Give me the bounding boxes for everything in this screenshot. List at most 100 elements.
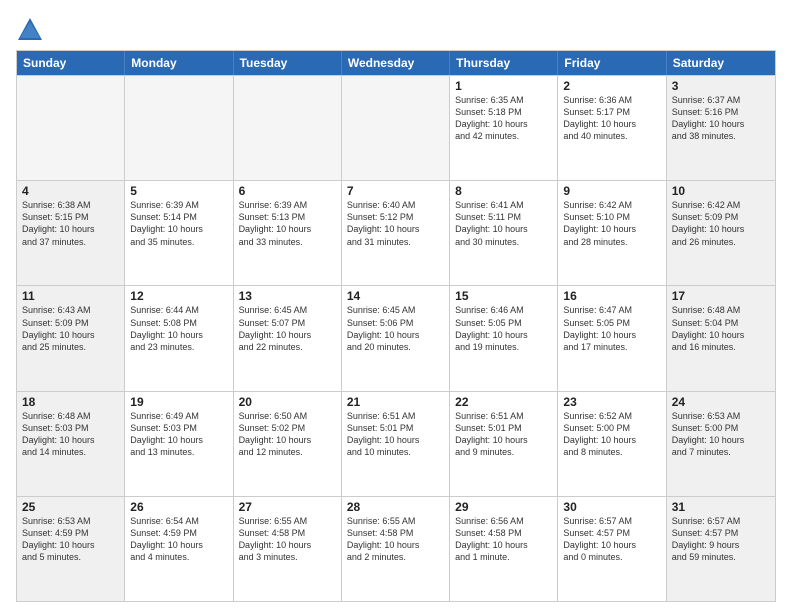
day-number: 20 xyxy=(239,395,336,409)
day-info: Sunrise: 6:46 AM Sunset: 5:05 PM Dayligh… xyxy=(455,304,552,353)
page: SundayMondayTuesdayWednesdayThursdayFrid… xyxy=(0,0,792,612)
day-info: Sunrise: 6:50 AM Sunset: 5:02 PM Dayligh… xyxy=(239,410,336,459)
day-info: Sunrise: 6:41 AM Sunset: 5:11 PM Dayligh… xyxy=(455,199,552,248)
logo-icon xyxy=(16,16,44,44)
day-cell-2: 2Sunrise: 6:36 AM Sunset: 5:17 PM Daylig… xyxy=(558,76,666,180)
day-number: 21 xyxy=(347,395,444,409)
day-cell-15: 15Sunrise: 6:46 AM Sunset: 5:05 PM Dayli… xyxy=(450,286,558,390)
day-info: Sunrise: 6:53 AM Sunset: 4:59 PM Dayligh… xyxy=(22,515,119,564)
day-info: Sunrise: 6:39 AM Sunset: 5:14 PM Dayligh… xyxy=(130,199,227,248)
day-cell-31: 31Sunrise: 6:57 AM Sunset: 4:57 PM Dayli… xyxy=(667,497,775,601)
day-info: Sunrise: 6:35 AM Sunset: 5:18 PM Dayligh… xyxy=(455,94,552,143)
day-info: Sunrise: 6:51 AM Sunset: 5:01 PM Dayligh… xyxy=(347,410,444,459)
day-cell-20: 20Sunrise: 6:50 AM Sunset: 5:02 PM Dayli… xyxy=(234,392,342,496)
calendar: SundayMondayTuesdayWednesdayThursdayFrid… xyxy=(16,50,776,602)
day-cell-9: 9Sunrise: 6:42 AM Sunset: 5:10 PM Daylig… xyxy=(558,181,666,285)
day-cell-3: 3Sunrise: 6:37 AM Sunset: 5:16 PM Daylig… xyxy=(667,76,775,180)
day-number: 12 xyxy=(130,289,227,303)
calendar-header-row: SundayMondayTuesdayWednesdayThursdayFrid… xyxy=(17,51,775,75)
header-cell-sunday: Sunday xyxy=(17,51,125,75)
day-cell-5: 5Sunrise: 6:39 AM Sunset: 5:14 PM Daylig… xyxy=(125,181,233,285)
day-info: Sunrise: 6:53 AM Sunset: 5:00 PM Dayligh… xyxy=(672,410,770,459)
day-number: 14 xyxy=(347,289,444,303)
day-info: Sunrise: 6:42 AM Sunset: 5:10 PM Dayligh… xyxy=(563,199,660,248)
empty-cell xyxy=(342,76,450,180)
day-number: 7 xyxy=(347,184,444,198)
day-info: Sunrise: 6:57 AM Sunset: 4:57 PM Dayligh… xyxy=(563,515,660,564)
day-cell-17: 17Sunrise: 6:48 AM Sunset: 5:04 PM Dayli… xyxy=(667,286,775,390)
day-info: Sunrise: 6:37 AM Sunset: 5:16 PM Dayligh… xyxy=(672,94,770,143)
calendar-body: 1Sunrise: 6:35 AM Sunset: 5:18 PM Daylig… xyxy=(17,75,775,601)
day-info: Sunrise: 6:45 AM Sunset: 5:07 PM Dayligh… xyxy=(239,304,336,353)
day-number: 23 xyxy=(563,395,660,409)
header-cell-thursday: Thursday xyxy=(450,51,558,75)
day-number: 28 xyxy=(347,500,444,514)
day-number: 26 xyxy=(130,500,227,514)
header-cell-wednesday: Wednesday xyxy=(342,51,450,75)
day-number: 15 xyxy=(455,289,552,303)
header-cell-monday: Monday xyxy=(125,51,233,75)
day-number: 25 xyxy=(22,500,119,514)
day-number: 19 xyxy=(130,395,227,409)
day-info: Sunrise: 6:52 AM Sunset: 5:00 PM Dayligh… xyxy=(563,410,660,459)
day-info: Sunrise: 6:54 AM Sunset: 4:59 PM Dayligh… xyxy=(130,515,227,564)
empty-cell xyxy=(234,76,342,180)
day-cell-26: 26Sunrise: 6:54 AM Sunset: 4:59 PM Dayli… xyxy=(125,497,233,601)
header-cell-tuesday: Tuesday xyxy=(234,51,342,75)
day-number: 4 xyxy=(22,184,119,198)
day-cell-28: 28Sunrise: 6:55 AM Sunset: 4:58 PM Dayli… xyxy=(342,497,450,601)
day-cell-13: 13Sunrise: 6:45 AM Sunset: 5:07 PM Dayli… xyxy=(234,286,342,390)
day-cell-16: 16Sunrise: 6:47 AM Sunset: 5:05 PM Dayli… xyxy=(558,286,666,390)
day-info: Sunrise: 6:57 AM Sunset: 4:57 PM Dayligh… xyxy=(672,515,770,564)
day-info: Sunrise: 6:48 AM Sunset: 5:04 PM Dayligh… xyxy=(672,304,770,353)
day-cell-21: 21Sunrise: 6:51 AM Sunset: 5:01 PM Dayli… xyxy=(342,392,450,496)
week-row-3: 11Sunrise: 6:43 AM Sunset: 5:09 PM Dayli… xyxy=(17,285,775,390)
day-info: Sunrise: 6:36 AM Sunset: 5:17 PM Dayligh… xyxy=(563,94,660,143)
day-number: 2 xyxy=(563,79,660,93)
day-cell-30: 30Sunrise: 6:57 AM Sunset: 4:57 PM Dayli… xyxy=(558,497,666,601)
empty-cell xyxy=(17,76,125,180)
day-cell-29: 29Sunrise: 6:56 AM Sunset: 4:58 PM Dayli… xyxy=(450,497,558,601)
day-cell-22: 22Sunrise: 6:51 AM Sunset: 5:01 PM Dayli… xyxy=(450,392,558,496)
day-cell-10: 10Sunrise: 6:42 AM Sunset: 5:09 PM Dayli… xyxy=(667,181,775,285)
day-number: 24 xyxy=(672,395,770,409)
day-number: 13 xyxy=(239,289,336,303)
day-number: 17 xyxy=(672,289,770,303)
day-number: 10 xyxy=(672,184,770,198)
day-info: Sunrise: 6:55 AM Sunset: 4:58 PM Dayligh… xyxy=(239,515,336,564)
day-cell-27: 27Sunrise: 6:55 AM Sunset: 4:58 PM Dayli… xyxy=(234,497,342,601)
day-number: 30 xyxy=(563,500,660,514)
day-info: Sunrise: 6:44 AM Sunset: 5:08 PM Dayligh… xyxy=(130,304,227,353)
day-cell-19: 19Sunrise: 6:49 AM Sunset: 5:03 PM Dayli… xyxy=(125,392,233,496)
day-number: 9 xyxy=(563,184,660,198)
day-number: 29 xyxy=(455,500,552,514)
day-info: Sunrise: 6:48 AM Sunset: 5:03 PM Dayligh… xyxy=(22,410,119,459)
day-cell-14: 14Sunrise: 6:45 AM Sunset: 5:06 PM Dayli… xyxy=(342,286,450,390)
day-number: 1 xyxy=(455,79,552,93)
day-cell-24: 24Sunrise: 6:53 AM Sunset: 5:00 PM Dayli… xyxy=(667,392,775,496)
day-info: Sunrise: 6:40 AM Sunset: 5:12 PM Dayligh… xyxy=(347,199,444,248)
logo xyxy=(16,16,46,44)
week-row-2: 4Sunrise: 6:38 AM Sunset: 5:15 PM Daylig… xyxy=(17,180,775,285)
day-cell-8: 8Sunrise: 6:41 AM Sunset: 5:11 PM Daylig… xyxy=(450,181,558,285)
day-info: Sunrise: 6:51 AM Sunset: 5:01 PM Dayligh… xyxy=(455,410,552,459)
day-number: 3 xyxy=(672,79,770,93)
day-info: Sunrise: 6:45 AM Sunset: 5:06 PM Dayligh… xyxy=(347,304,444,353)
day-number: 5 xyxy=(130,184,227,198)
day-number: 31 xyxy=(672,500,770,514)
day-number: 18 xyxy=(22,395,119,409)
week-row-4: 18Sunrise: 6:48 AM Sunset: 5:03 PM Dayli… xyxy=(17,391,775,496)
day-info: Sunrise: 6:43 AM Sunset: 5:09 PM Dayligh… xyxy=(22,304,119,353)
day-cell-12: 12Sunrise: 6:44 AM Sunset: 5:08 PM Dayli… xyxy=(125,286,233,390)
day-number: 11 xyxy=(22,289,119,303)
day-cell-4: 4Sunrise: 6:38 AM Sunset: 5:15 PM Daylig… xyxy=(17,181,125,285)
header xyxy=(16,12,776,44)
day-info: Sunrise: 6:49 AM Sunset: 5:03 PM Dayligh… xyxy=(130,410,227,459)
day-cell-7: 7Sunrise: 6:40 AM Sunset: 5:12 PM Daylig… xyxy=(342,181,450,285)
day-info: Sunrise: 6:56 AM Sunset: 4:58 PM Dayligh… xyxy=(455,515,552,564)
day-cell-11: 11Sunrise: 6:43 AM Sunset: 5:09 PM Dayli… xyxy=(17,286,125,390)
day-info: Sunrise: 6:38 AM Sunset: 5:15 PM Dayligh… xyxy=(22,199,119,248)
day-info: Sunrise: 6:39 AM Sunset: 5:13 PM Dayligh… xyxy=(239,199,336,248)
day-info: Sunrise: 6:47 AM Sunset: 5:05 PM Dayligh… xyxy=(563,304,660,353)
week-row-5: 25Sunrise: 6:53 AM Sunset: 4:59 PM Dayli… xyxy=(17,496,775,601)
